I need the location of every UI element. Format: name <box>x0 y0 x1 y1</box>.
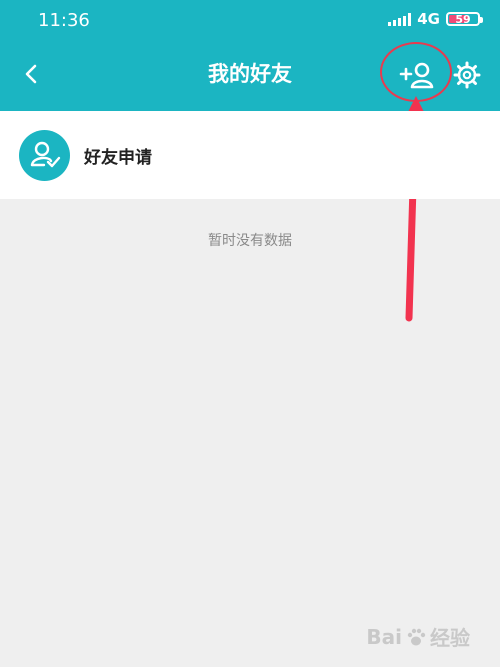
status-time: 11:36 <box>38 10 90 31</box>
baidu-jingyan-watermark: Bai 经验 <box>366 622 470 651</box>
watermark-brand: Bai <box>366 624 402 649</box>
app-header: 11:36 4G 59 我的好友 <box>0 0 500 111</box>
add-friend-button[interactable] <box>394 56 438 94</box>
add-user-icon <box>399 62 434 89</box>
watermark-suffix: 经验 <box>430 626 470 650</box>
battery-level: 59 <box>455 12 471 26</box>
signal-icon <box>388 12 412 26</box>
empty-state-text: 暂时没有数据 <box>208 233 292 249</box>
friend-request-label: 好友申请 <box>84 147 152 168</box>
request-avatar <box>19 129 70 181</box>
user-check-icon <box>30 141 60 168</box>
paw-icon <box>407 628 426 645</box>
friend-request-row[interactable]: 好友申请 <box>0 111 500 199</box>
network-type: 4G <box>417 10 440 28</box>
battery-icon: 59 <box>446 12 483 26</box>
settings-button[interactable] <box>448 56 486 94</box>
status-indicators: 4G 59 <box>388 10 483 28</box>
gear-icon <box>453 61 481 89</box>
